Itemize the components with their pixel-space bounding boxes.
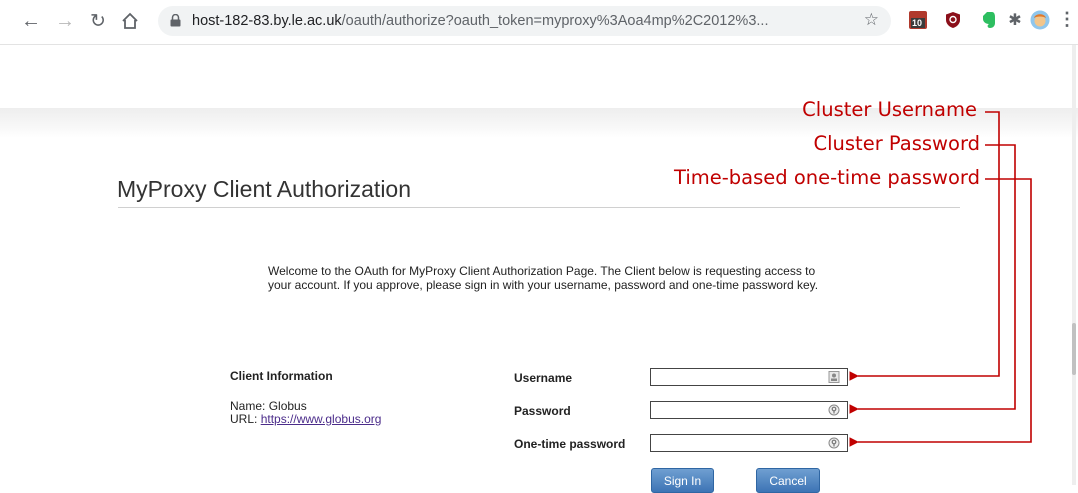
browser-toolbar: ← → ↻ host-182-83.by.le.ac.uk/oauth/auth…	[0, 0, 1078, 44]
lock-icon	[170, 14, 181, 27]
otp-key-icon	[828, 437, 840, 449]
client-url-link[interactable]: https://www.globus.org	[261, 412, 382, 426]
password-label: Password	[514, 404, 571, 418]
client-name-line: Name: Globus	[230, 399, 307, 413]
title-divider	[118, 207, 960, 208]
page-title: MyProxy Client Authorization	[117, 176, 412, 202]
back-arrow-icon[interactable]: ←	[19, 9, 43, 33]
username-input[interactable]	[650, 368, 848, 386]
contact-card-icon	[828, 371, 840, 383]
cancel-button[interactable]: Cancel	[756, 468, 820, 493]
forward-arrow-icon[interactable]: →	[53, 9, 77, 33]
home-icon[interactable]	[118, 9, 142, 33]
evernote-elephant-icon[interactable]	[978, 10, 998, 30]
ublock-shield-icon[interactable]	[943, 10, 963, 30]
address-bar[interactable]: host-182-83.by.le.ac.uk/oauth/authorize?…	[158, 6, 891, 36]
url-host: host-182-83.by.le.ac.uk	[192, 13, 342, 29]
client-url-line: URL: https://www.globus.org	[230, 412, 381, 426]
sign-in-button[interactable]: Sign In	[651, 468, 714, 493]
otp-input[interactable]	[650, 434, 848, 452]
arrow-otp	[849, 178, 1032, 447]
otp-label: One-time password	[514, 437, 626, 451]
url-path: /oauth/authorize?oauth_token=myproxy%3Ao…	[341, 13, 769, 29]
annotation-arrows	[849, 111, 1032, 447]
calendar-badge: 10	[912, 18, 923, 28]
annotation-password: Cluster Password	[813, 132, 981, 155]
username-label: Username	[514, 371, 573, 385]
extensions-puzzle-icon[interactable]: ✱	[1005, 10, 1025, 30]
chrome-menu-icon[interactable]: ⋮	[1058, 9, 1076, 30]
annotation-username: Cluster Username	[802, 98, 977, 121]
annotation-otp: Time-based one-time password	[674, 166, 980, 189]
client-name-label: Name:	[230, 399, 266, 413]
reload-icon[interactable]: ↻	[86, 9, 110, 33]
calendar-extension-icon[interactable]: 10	[908, 10, 928, 30]
client-url-label: URL:	[230, 412, 258, 426]
password-key-icon	[828, 404, 840, 416]
password-input[interactable]	[650, 401, 848, 419]
url-text[interactable]: host-182-83.by.le.ac.uk/oauth/authorize?…	[192, 13, 768, 29]
client-info-heading: Client Information	[230, 369, 333, 383]
scrollbar[interactable]	[1071, 45, 1077, 485]
welcome-text: Welcome to the OAuth for MyProxy Client …	[268, 264, 819, 292]
profile-avatar-icon[interactable]	[1030, 10, 1050, 30]
client-name-value: Globus	[268, 399, 307, 413]
toolbar-divider	[0, 44, 1078, 45]
bookmark-star-icon[interactable]: ☆	[864, 10, 879, 30]
